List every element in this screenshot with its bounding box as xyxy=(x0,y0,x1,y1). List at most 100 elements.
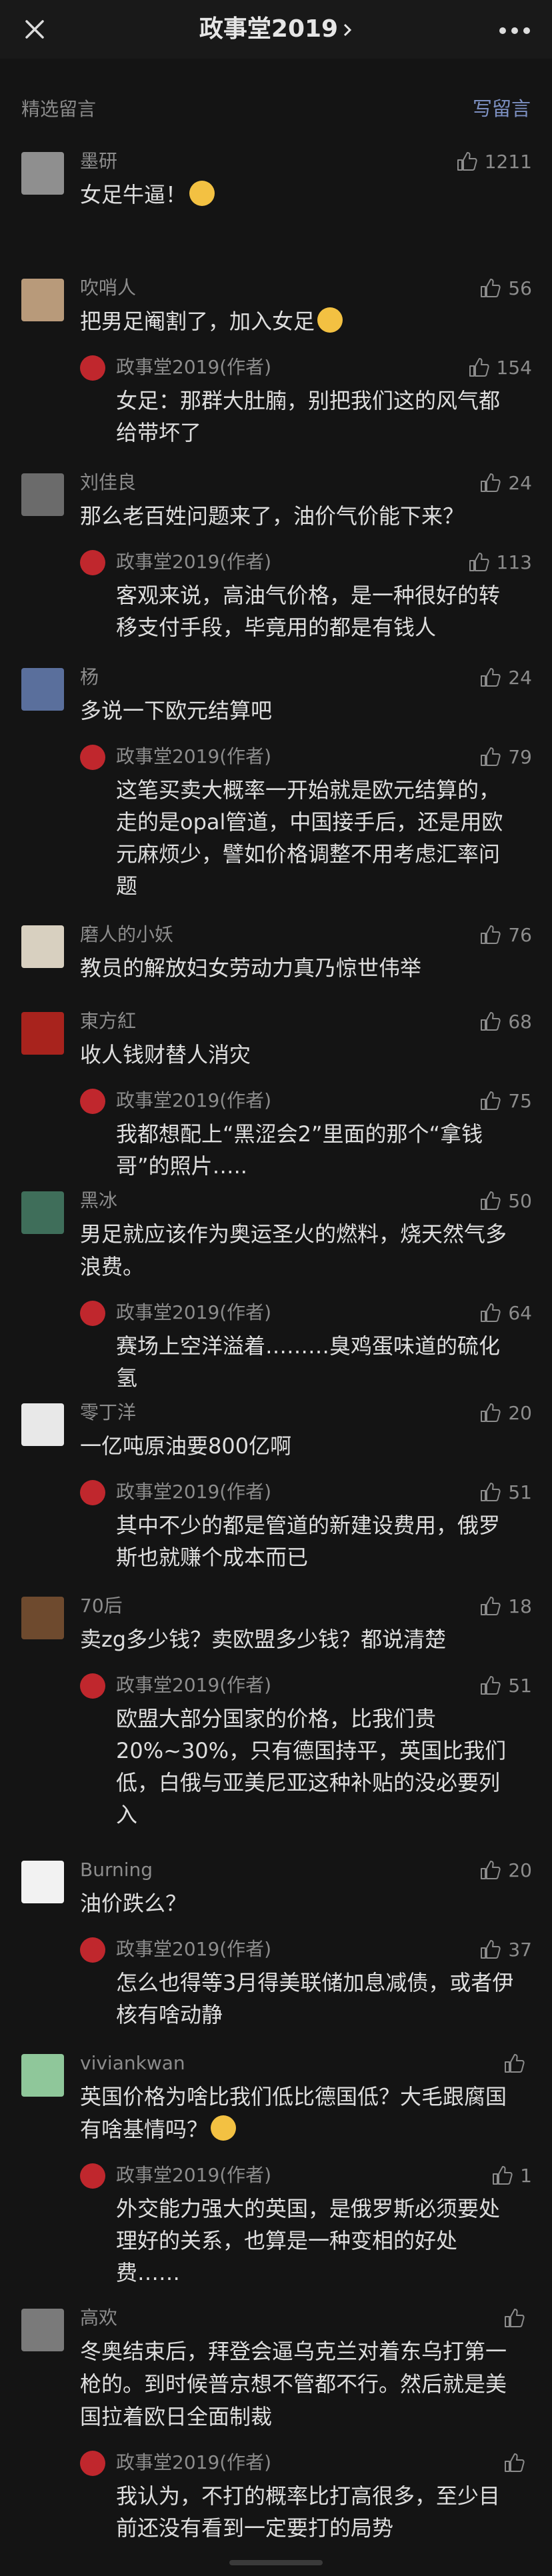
reply-author-name: 政事堂2019(作者) xyxy=(116,1938,272,1960)
thumb-up-icon xyxy=(481,925,501,944)
page-title[interactable]: 政事堂2019 xyxy=(0,13,552,45)
thumb-up-icon xyxy=(481,1303,501,1322)
chevron-right-icon xyxy=(344,23,352,37)
reply-like-button[interactable]: 64 xyxy=(479,1299,532,1326)
thumb-up-icon xyxy=(481,1191,501,1210)
reply-author-name: 政事堂2019(作者) xyxy=(116,551,272,573)
reply-author-name: 政事堂2019(作者) xyxy=(116,1089,272,1111)
author-avatar-logo xyxy=(80,1301,105,1326)
comment-text-content: 油价跌么？ xyxy=(80,1891,187,1916)
thumb-up-icon xyxy=(481,1012,501,1031)
reply-like-button[interactable]: 79 xyxy=(479,743,532,770)
reply-like-button[interactable]: 113 xyxy=(467,549,532,575)
reply-author-name: 政事堂2019(作者) xyxy=(116,1481,272,1503)
reply-like-count: 37 xyxy=(508,1938,532,1961)
comment-text: 卖zg多少钱？卖欧盟多少钱？都说清楚 xyxy=(80,1587,520,1656)
avatar[interactable] xyxy=(21,925,64,968)
crying-emoji xyxy=(189,181,215,206)
author-avatar-logo xyxy=(80,2451,105,2476)
like-button[interactable]: 24 xyxy=(479,664,532,691)
more-options-icon[interactable] xyxy=(499,27,531,35)
thumb-up-icon xyxy=(481,1483,501,1501)
comment-nickname: Burning xyxy=(80,1859,153,1881)
like-count: 20 xyxy=(508,1401,532,1424)
like-count: 1211 xyxy=(484,150,532,173)
avatar[interactable] xyxy=(21,473,64,516)
write-comment-button[interactable]: 写留言 xyxy=(473,93,531,121)
thumb-up-icon xyxy=(481,668,501,687)
comment-text-content: 冬奥结束后，拜登会逼乌克兰对着东乌打第一枪的。到时候普京想不管都不行。然后就是美… xyxy=(80,2339,507,2429)
avatar[interactable] xyxy=(21,1191,64,1234)
reply-author-name: 政事堂2019(作者) xyxy=(116,1301,272,1323)
author-avatar-logo xyxy=(80,550,105,575)
thumb-up-icon xyxy=(481,1861,501,1879)
avatar[interactable] xyxy=(21,279,64,321)
comment-text: 那么老百姓问题来了，油价气价能下来？ xyxy=(80,464,520,533)
comment-nickname: 磨人的小妖 xyxy=(80,923,174,945)
comment-text-content: 收人钱财替人消灾 xyxy=(80,1042,251,1067)
avatar[interactable] xyxy=(21,1012,64,1055)
thumb-up-icon xyxy=(505,2453,525,2472)
like-count: 24 xyxy=(508,666,532,689)
reply-like-button[interactable]: 75 xyxy=(479,1087,532,1114)
avatar[interactable] xyxy=(21,2054,64,2097)
avatar[interactable] xyxy=(21,2309,64,2351)
reply-like-count: 113 xyxy=(496,551,532,573)
like-button[interactable]: 18 xyxy=(479,1593,532,1619)
thumb-up-icon xyxy=(481,1940,501,1959)
thumb-up-icon xyxy=(481,1403,501,1422)
author-reply: 政事堂2019(作者) 113 客观来说，高油气价格，是一种很好的转移支付手段，毕竟… xyxy=(80,546,552,643)
author-reply: 政事堂2019(作者) 我认为，不打的概率比打高很多，至少目前还没有看到一定要打的… xyxy=(80,2447,552,2544)
reply-like-button[interactable] xyxy=(503,2449,532,2476)
reply-author-name: 政事堂2019(作者) xyxy=(116,2164,272,2186)
like-button[interactable]: 56 xyxy=(479,275,532,301)
author-avatar-logo xyxy=(80,1937,105,1963)
reply-like-button[interactable]: 1 xyxy=(491,2162,532,2189)
like-count: 68 xyxy=(508,1010,532,1033)
reply-like-button[interactable]: 37 xyxy=(479,1936,532,1963)
like-button[interactable]: 20 xyxy=(479,1399,532,1426)
comment-item: 零丁洋 20 一亿吨原油要800亿啊 政事堂2019(作者) 51 其中不少的都是管道的新… xyxy=(0,1394,552,1587)
comment-text: 多说一下欧元结算吧 xyxy=(80,659,520,727)
like-button[interactable] xyxy=(503,2305,532,2331)
reply-like-button[interactable]: 154 xyxy=(467,354,532,381)
comment-item: viviankwan 英国价格为啥比我们低比德国低？大毛跟腐国有啥基情吗？ 政事堂2… xyxy=(0,2045,552,2299)
reply-like-button[interactable]: 51 xyxy=(479,1672,532,1699)
comment-text-content: 那么老百姓问题来了，油价气价能下来？ xyxy=(80,503,465,529)
comment-item: Burning 20 油价跌么？ 政事堂2019(作者) 37 怎么也得等3月得美联储加息… xyxy=(0,1851,552,2045)
like-count: 18 xyxy=(508,1595,532,1617)
reply-like-count: 79 xyxy=(508,745,532,768)
like-button[interactable]: 68 xyxy=(479,1008,532,1035)
reply-like-button[interactable]: 51 xyxy=(479,1479,532,1505)
comment-nickname: viviankwan xyxy=(80,2052,185,2074)
thumb-up-icon xyxy=(505,2054,525,2073)
comment-item: 磨人的小妖 76 教员的解放妇女劳动力真乃惊世伟举 xyxy=(0,916,552,1003)
avatar[interactable] xyxy=(21,152,64,195)
reply-like-count: 1 xyxy=(520,2164,532,2187)
avatar[interactable] xyxy=(21,1597,64,1639)
like-button[interactable]: 50 xyxy=(479,1187,532,1214)
like-button[interactable]: 20 xyxy=(479,1857,532,1883)
author-reply: 政事堂2019(作者) 75 我都想配上“黑涩会2”里面的那个“拿钱哥”的照片….. xyxy=(80,1085,552,1182)
reply-like-count: 51 xyxy=(508,1674,532,1697)
author-reply: 政事堂2019(作者) 1 外交能力强大的英国，是俄罗斯必须要处理好的关系，也算是一… xyxy=(80,2159,552,2289)
thumb-up-icon xyxy=(493,2166,513,2185)
avatar[interactable] xyxy=(21,1403,64,1446)
comment-text: 一亿吨原油要800亿啊 xyxy=(80,1394,520,1463)
comment-item: 刘佳良 24 那么老百姓问题来了，油价气价能下来？ 政事堂2019(作者) 113 客观来… xyxy=(0,464,552,659)
thinking-emoji xyxy=(211,2115,237,2141)
author-avatar-logo xyxy=(80,355,105,381)
like-button[interactable]: 24 xyxy=(479,469,532,496)
comment-text: 收人钱财替人消灾 xyxy=(80,1003,520,1071)
comment-item: 東方紅 68 收人钱财替人消灾 政事堂2019(作者) 75 我都想配上“黑涩会2”里面的… xyxy=(0,1003,552,1182)
like-count: 20 xyxy=(508,1859,532,1881)
avatar[interactable] xyxy=(21,668,64,711)
comment-text-content: 男足就应该作为奥运圣火的燃料，烧天然气多浪费。 xyxy=(80,1221,507,1279)
like-button[interactable]: 76 xyxy=(479,921,532,948)
comment-item: 杨 24 多说一下欧元结算吧 政事堂2019(作者) 79 这笔买卖大概率一开始就是欧元结… xyxy=(0,659,552,916)
avatar[interactable] xyxy=(21,1861,64,1903)
comment-text: 男足就应该作为奥运圣火的燃料，烧天然气多浪费。 xyxy=(80,1182,520,1283)
comment-nickname: 刘佳良 xyxy=(80,471,137,493)
like-button[interactable]: 1211 xyxy=(455,148,532,175)
like-button[interactable] xyxy=(503,2050,532,2077)
